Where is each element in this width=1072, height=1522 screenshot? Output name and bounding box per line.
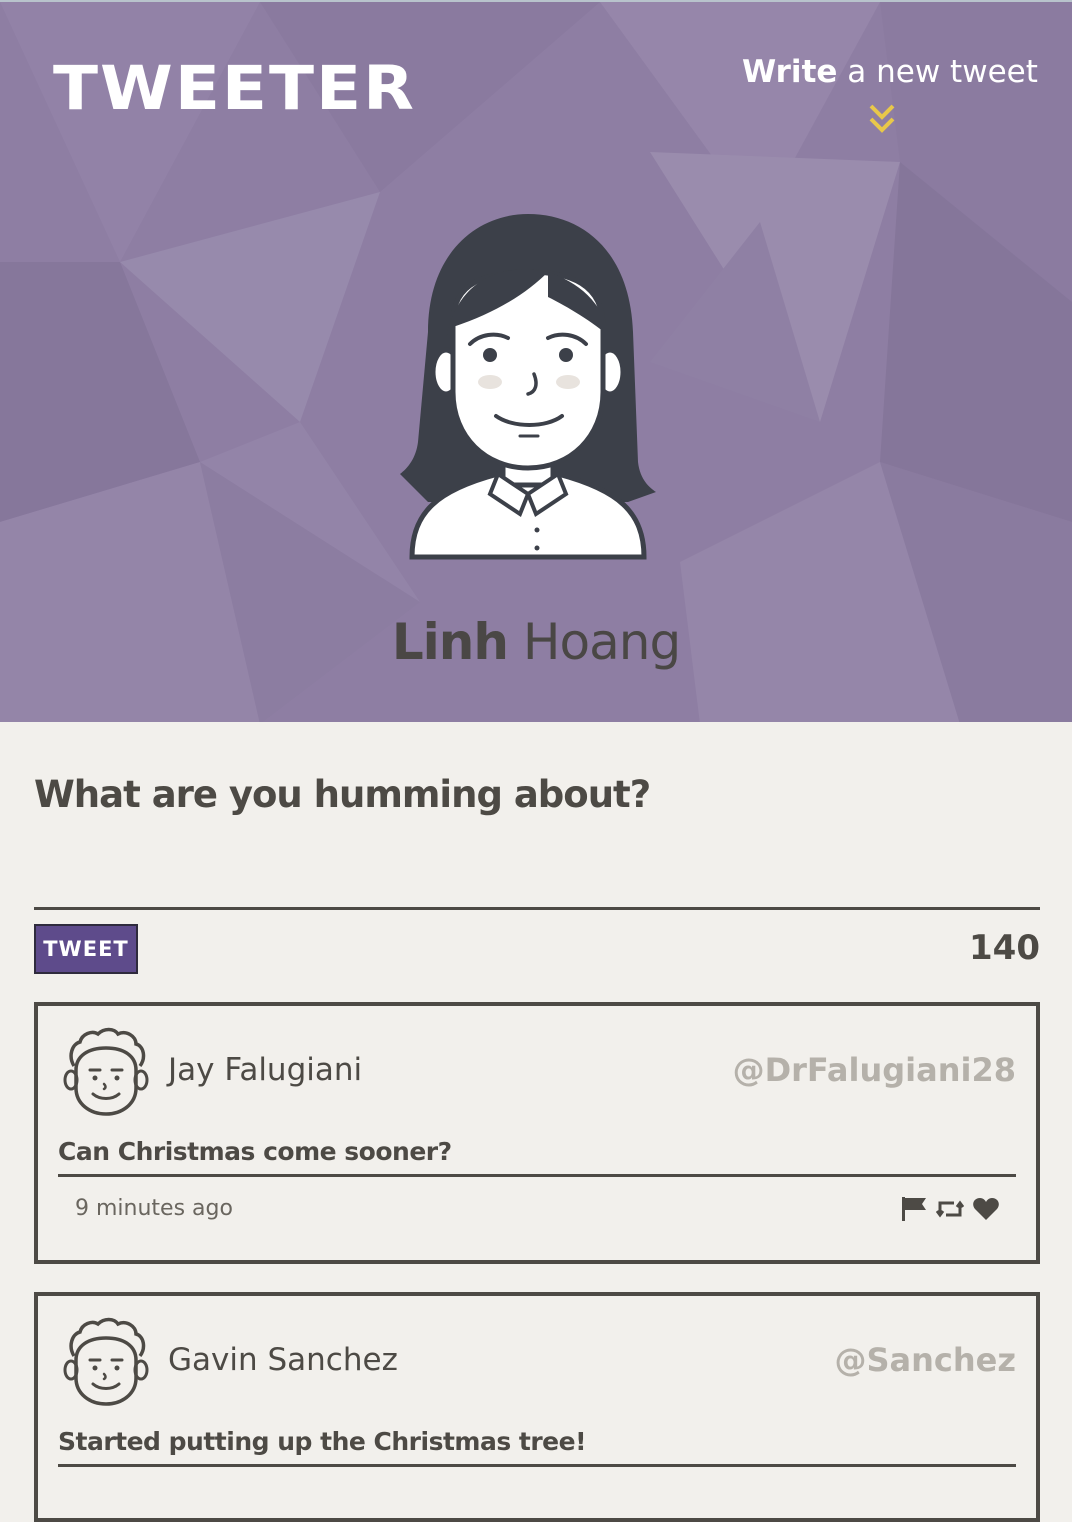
write-new-tweet-toggle[interactable]: Write a new tweet: [742, 52, 1038, 142]
character-counter: 140: [969, 928, 1040, 968]
retweet-icon[interactable]: [935, 1196, 965, 1222]
curly-hair-avatar-icon: [63, 1027, 149, 1116]
profile-avatar: [400, 214, 656, 560]
curly-hair-avatar-icon: [63, 1317, 149, 1406]
write-label-bold: Write: [742, 54, 838, 90]
tweet-text-input[interactable]: [34, 830, 1040, 910]
tweet-submit-button[interactable]: TWEET: [34, 924, 138, 974]
compose-actions: TWEET 140: [34, 924, 1040, 976]
double-chevron-down-icon: [869, 104, 895, 133]
tweet-card: Gavin Sanchez @Sanchez Started putting u…: [34, 1292, 1040, 1522]
tweet-author-handle: @DrFalugiani28: [732, 1051, 1016, 1089]
profile-first-name: Linh: [391, 613, 509, 671]
profile-header: TWEETER Write a new tweet Linh Hoang: [0, 0, 1072, 722]
profile-last-name: Hoang: [522, 613, 681, 671]
profile-name: Linh Hoang: [0, 607, 1072, 677]
tweet-text: Can Christmas come sooner?: [58, 1134, 1016, 1177]
tweet-author-name: Jay Falugiani: [168, 1052, 363, 1088]
tweet-author-name: Gavin Sanchez: [168, 1342, 398, 1378]
new-tweet-form: What are you humming about? TWEET 140: [34, 760, 1040, 976]
app-logo: TWEETER: [53, 52, 416, 124]
tweet-author-handle: @Sanchez: [834, 1341, 1017, 1379]
flag-icon[interactable]: [900, 1196, 928, 1222]
heart-icon[interactable]: [972, 1196, 1000, 1222]
tweet-text: Started putting up the Christmas tree!: [58, 1424, 1016, 1467]
tweet-timestamp: 9 minutes ago: [75, 1196, 233, 1221]
tweet-actions: [900, 1196, 1000, 1222]
write-label-rest: a new tweet: [837, 54, 1038, 90]
tweet-card: Jay Falugiani @DrFalugiani28 Can Christm…: [34, 1002, 1040, 1264]
compose-prompt: What are you humming about?: [34, 773, 651, 816]
write-new-tweet-label: Write a new tweet: [742, 52, 1038, 92]
